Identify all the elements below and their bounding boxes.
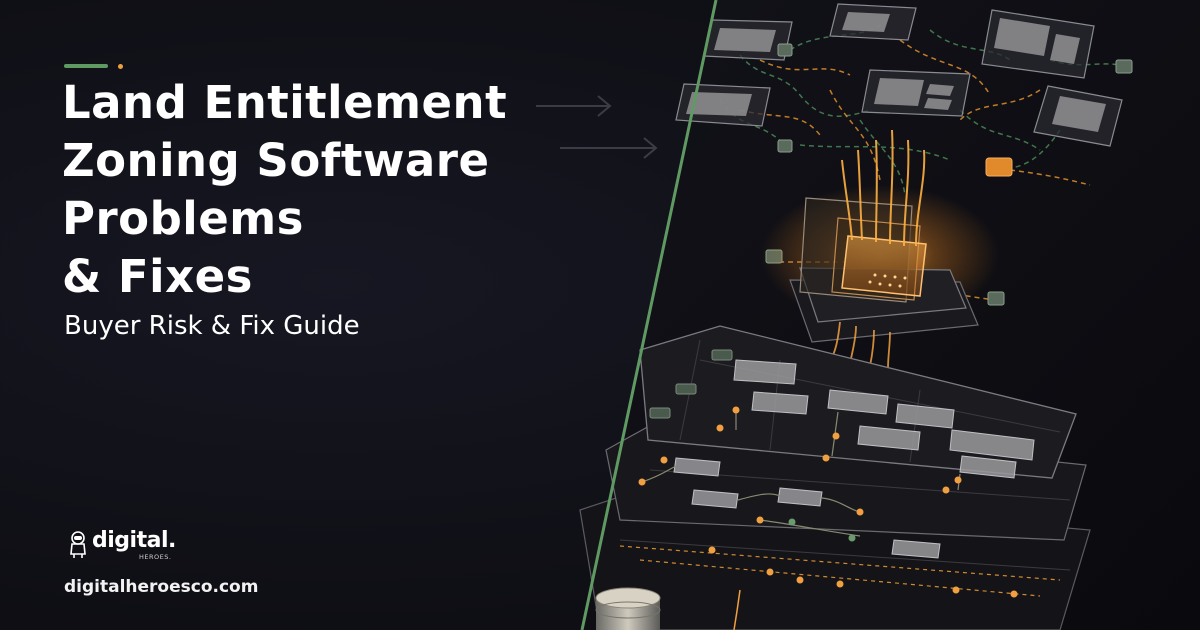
headline-line: & Fixes: [62, 250, 253, 303]
website-link[interactable]: digitalheroesco.com: [64, 577, 258, 597]
brand-submark: HEROES.: [139, 553, 172, 561]
database-cylinder: [595, 587, 661, 630]
headline-line: Land Entitlement: [62, 76, 508, 129]
astronaut-logo-icon: [70, 531, 86, 558]
accent-bar: [64, 64, 108, 68]
accent-dot: [118, 64, 123, 69]
brand-logo[interactable]: digital. HEROES.: [68, 528, 208, 572]
headline-line: Problems: [62, 192, 304, 245]
headline-line: Zoning Software: [62, 134, 490, 187]
hero-banner: Land Entitlement Zoning Software Problem…: [0, 0, 1200, 630]
arrow-right-icon: [536, 95, 658, 159]
brand-wordmark: digital.: [92, 528, 176, 553]
headline: Land Entitlement Zoning Software Problem…: [62, 74, 507, 306]
subtitle: Buyer Risk & Fix Guide: [64, 311, 360, 341]
